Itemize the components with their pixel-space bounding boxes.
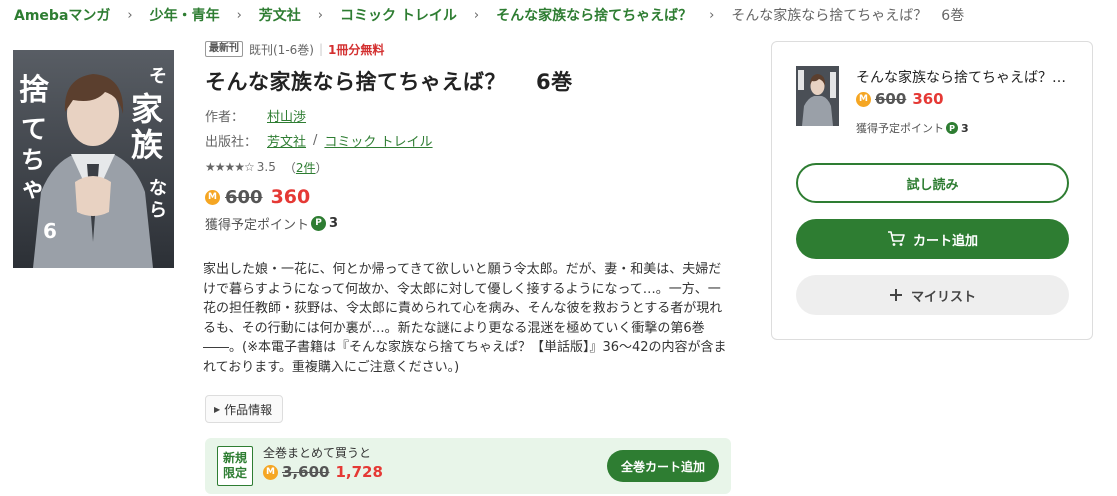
chevron-right-icon: ›	[236, 7, 242, 23]
latest-badge: 最新刊	[205, 41, 243, 57]
chevron-right-icon: ›	[473, 7, 480, 23]
cart-icon	[887, 231, 905, 247]
mylist-label: マイリスト	[910, 289, 976, 305]
thumbnail-illustration	[796, 66, 839, 126]
badge-line-2: 限定	[222, 466, 247, 480]
panel-points-label: 獲得予定ポイント	[856, 122, 944, 135]
coin-icon: M	[856, 91, 871, 107]
price-row: M 600 360	[205, 184, 735, 210]
bundle-price: M 3,600 1,728	[263, 463, 383, 481]
rating-value: 3.5	[256, 160, 276, 174]
rating-row: ★★★★☆ 3.5 （2件）	[205, 158, 735, 176]
breadcrumb-label[interactable]: コミック トレイル	[340, 5, 457, 25]
breadcrumb-publisher[interactable]: 芳文社	[259, 5, 301, 25]
panel-price: M 600 360	[856, 90, 944, 108]
published-range: 既刊(1-6巻)	[249, 42, 314, 57]
status-divider: |	[318, 42, 324, 56]
add-all-to-cart-button[interactable]: 全巻カート追加	[607, 450, 719, 482]
points-value: 3	[329, 215, 339, 231]
bundle-original-price: 3,600	[282, 463, 330, 481]
paren-open: （	[283, 160, 296, 175]
svg-text:家: 家	[131, 90, 163, 128]
svg-text:捨: 捨	[19, 73, 50, 108]
points-label: 獲得予定ポイント	[205, 217, 310, 233]
bundle-offer: 新規 限定 全巻まとめて買うと M 3,600 1,728 全巻カート追加	[205, 438, 731, 494]
status-row: 最新刊 既刊(1-6巻) | 1冊分無料	[205, 39, 735, 59]
paren-close: ）	[315, 160, 328, 175]
purchase-panel: そんな家族なら捨てちゃえば？ 6巻 M 600 360 獲得予定ポイント P 3…	[771, 41, 1093, 340]
bundle-label: 全巻まとめて買うと	[263, 446, 372, 460]
book-description: 家出した娘・一花に、何とか帰ってきて欲しいと願う令太郎。だが、妻・和美は、夫婦だ…	[203, 262, 727, 375]
trial-read-button[interactable]: 試し読み	[796, 163, 1069, 203]
coin-icon: M	[263, 464, 278, 480]
title-text: そんな家族なら捨てちゃえば？	[205, 70, 506, 94]
star-icon: ★★★★☆	[205, 160, 255, 174]
points-row: 獲得予定ポイント P 3	[205, 213, 735, 233]
publisher-row: 出版社： 芳文社 / コミック トレイル	[205, 131, 735, 150]
breadcrumb-current: そんな家族なら捨てちゃえば？ 6巻	[731, 8, 965, 24]
breadcrumb: Amebaマンガ › 少年・青年 › 芳文社 › コミック トレイル › そんな…	[14, 4, 964, 26]
breadcrumb-genre[interactable]: 少年・青年	[150, 5, 220, 25]
chevron-right-icon: ›	[709, 7, 715, 23]
book-info: 最新刊 既刊(1-6巻) | 1冊分無料 そんな家族なら捨てちゃえば？ 6巻 作者…	[205, 39, 735, 233]
book-cover-image[interactable]: 捨 て ち ゃ そ 家 族 な ら 6	[13, 42, 174, 268]
svg-text:ら: ら	[149, 200, 167, 221]
panel-sale-price: 360	[912, 90, 944, 108]
panel-points: 獲得予定ポイント P 3	[856, 120, 969, 136]
publisher-label: 出版社：	[205, 134, 258, 150]
caret-right-icon: ▶	[214, 404, 221, 414]
svg-text:ち: ち	[21, 146, 45, 174]
mylist-button[interactable]: マイリスト	[796, 275, 1069, 315]
thumbnail-image	[796, 66, 839, 126]
limited-badge: 新規 限定	[217, 446, 253, 486]
author-row: 作者： 村山渉	[205, 106, 735, 125]
sale-price: 360	[270, 186, 311, 208]
svg-text:6: 6	[43, 219, 57, 243]
badge-line-1: 新規	[222, 451, 247, 465]
bundle-sale-price: 1,728	[335, 463, 383, 481]
breadcrumb-series[interactable]: そんな家族なら捨てちゃえば？	[496, 5, 692, 25]
coin-icon: M	[205, 189, 220, 205]
author-label: 作者：	[205, 109, 245, 125]
rating-count: （2件）	[284, 159, 328, 176]
add-to-cart-button[interactable]: カート追加	[796, 219, 1069, 259]
work-info-label: 作品情報	[224, 402, 273, 417]
svg-text:ゃ: ゃ	[21, 174, 45, 202]
point-icon: P	[946, 122, 958, 134]
chevron-right-icon: ›	[127, 7, 133, 23]
chevron-right-icon: ›	[317, 7, 323, 23]
author-link[interactable]: 村山渉	[267, 106, 306, 125]
work-info-button[interactable]: ▶ 作品情報	[205, 395, 284, 423]
page-title: そんな家族なら捨てちゃえば？ 6巻	[205, 66, 735, 96]
svg-text:な: な	[149, 178, 167, 199]
svg-text:て: て	[21, 115, 47, 145]
cover-illustration: 捨 て ち ゃ そ 家 族 な ら 6	[13, 42, 174, 268]
svg-text:そ: そ	[149, 66, 167, 87]
panel-original-price: 600	[875, 90, 907, 108]
panel-points-value: 3	[961, 121, 969, 135]
plus-icon	[889, 288, 903, 302]
panel-title: そんな家族なら捨てちゃえば？ 6巻	[856, 70, 1071, 86]
publisher-slash: /	[313, 132, 318, 148]
add-to-cart-label: カート追加	[912, 233, 978, 249]
volume-text: 6巻	[536, 70, 573, 94]
publisher-link[interactable]: 芳文社	[267, 131, 306, 150]
svg-text:族: 族	[131, 126, 164, 164]
review-count-link[interactable]: 2件	[296, 161, 316, 175]
breadcrumb-home[interactable]: Amebaマンガ	[14, 5, 110, 25]
free-volume-text: 1冊分無料	[328, 42, 385, 57]
point-icon: P	[311, 215, 327, 231]
original-price: 600	[225, 186, 263, 208]
label-link[interactable]: コミック トレイル	[324, 131, 432, 150]
